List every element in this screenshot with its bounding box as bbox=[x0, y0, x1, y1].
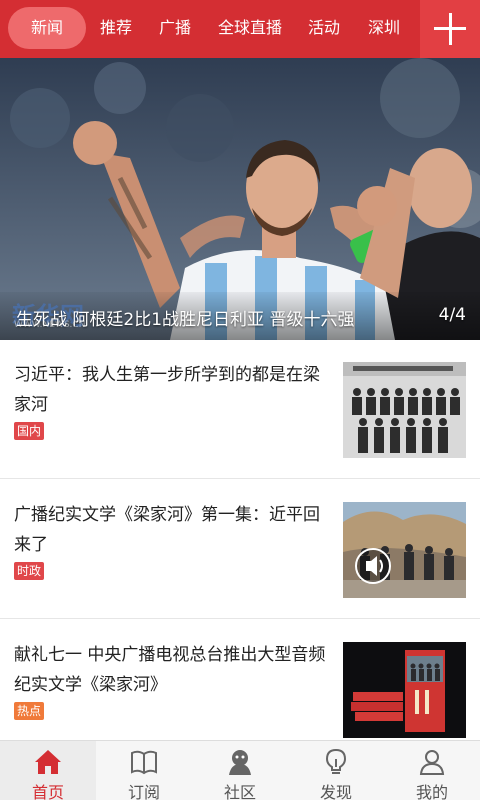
news-title: 广播纪实文学《梁家河》第一集：近平回来了 bbox=[14, 505, 320, 555]
book-icon bbox=[131, 750, 157, 775]
news-thumbnail bbox=[343, 502, 466, 598]
nav-label: 首页 bbox=[31, 783, 64, 800]
news-thumbnail bbox=[343, 642, 466, 738]
nav-label: 我的 bbox=[415, 783, 448, 800]
tab-broadcast[interactable]: 广播 bbox=[155, 17, 195, 39]
channel-tabs: 新闻 推荐 广播 全球直播 活动 深圳 bbox=[0, 0, 420, 58]
nav-label: 发现 bbox=[319, 783, 352, 800]
tab-news[interactable]: 新闻 bbox=[8, 7, 86, 49]
hero-page-indicator: 4/4 bbox=[438, 305, 466, 325]
nav-tab-me[interactable]: 我的 bbox=[384, 741, 480, 800]
lightbulb-icon bbox=[325, 748, 347, 774]
hero-banner[interactable]: 新华网 WWW.NEWS.CN 生死战 阿根廷2比1战胜尼日利亚 晋级十六强 4… bbox=[0, 58, 480, 340]
news-title: 习近平：我人生第一步所学到的都是在梁家河 bbox=[14, 365, 320, 415]
tab-global-live[interactable]: 全球直播 bbox=[214, 17, 286, 39]
news-item[interactable]: 习近平：我人生第一步所学到的都是在梁家河 国内 bbox=[0, 340, 480, 480]
category-tag: 国内 bbox=[14, 422, 45, 440]
book-cover-image bbox=[343, 642, 466, 738]
divider bbox=[0, 478, 480, 479]
tab-recommend[interactable]: 推荐 bbox=[96, 17, 136, 39]
category-tag: 时政 bbox=[14, 562, 45, 580]
nav-label: 订阅 bbox=[127, 783, 160, 800]
community-icon bbox=[229, 750, 251, 775]
home-icon bbox=[35, 750, 61, 774]
news-item[interactable]: 广播纪实文学《梁家河》第一集：近平回来了 时政 bbox=[0, 480, 480, 620]
group-photo-image bbox=[343, 362, 466, 458]
nav-tab-discover[interactable]: 发现 bbox=[288, 741, 384, 800]
category-tag: 热点 bbox=[14, 702, 45, 720]
nav-tab-home[interactable]: 首页 bbox=[0, 741, 96, 800]
news-thumbnail bbox=[343, 362, 466, 458]
audio-play-icon[interactable] bbox=[356, 549, 390, 583]
news-item[interactable]: 献礼七一 中央广播电视总台推出大型音频纪实文学《梁家河》 热点 bbox=[0, 620, 480, 760]
village-photo-image bbox=[343, 502, 466, 598]
nav-tab-subscribe[interactable]: 订阅 bbox=[96, 741, 192, 800]
news-title: 献礼七一 中央广播电视总台推出大型音频纪实文学《梁家河》 bbox=[14, 645, 326, 695]
hero-title: 生死战 阿根廷2比1战胜尼日利亚 晋级十六强 bbox=[16, 310, 355, 330]
nav-label: 社区 bbox=[223, 783, 256, 800]
nav-tab-community[interactable]: 社区 bbox=[192, 741, 288, 800]
tab-events[interactable]: 活动 bbox=[304, 17, 344, 39]
bottom-nav-bar: 首页 订阅 社区 发现 我的 bbox=[0, 740, 480, 800]
user-icon bbox=[419, 750, 445, 775]
add-channel-button[interactable] bbox=[420, 0, 480, 58]
top-channel-bar: 新闻 推荐 广播 全球直播 活动 深圳 bbox=[0, 0, 480, 58]
divider bbox=[0, 618, 480, 619]
tab-shenzhen[interactable]: 深圳 bbox=[364, 17, 404, 39]
